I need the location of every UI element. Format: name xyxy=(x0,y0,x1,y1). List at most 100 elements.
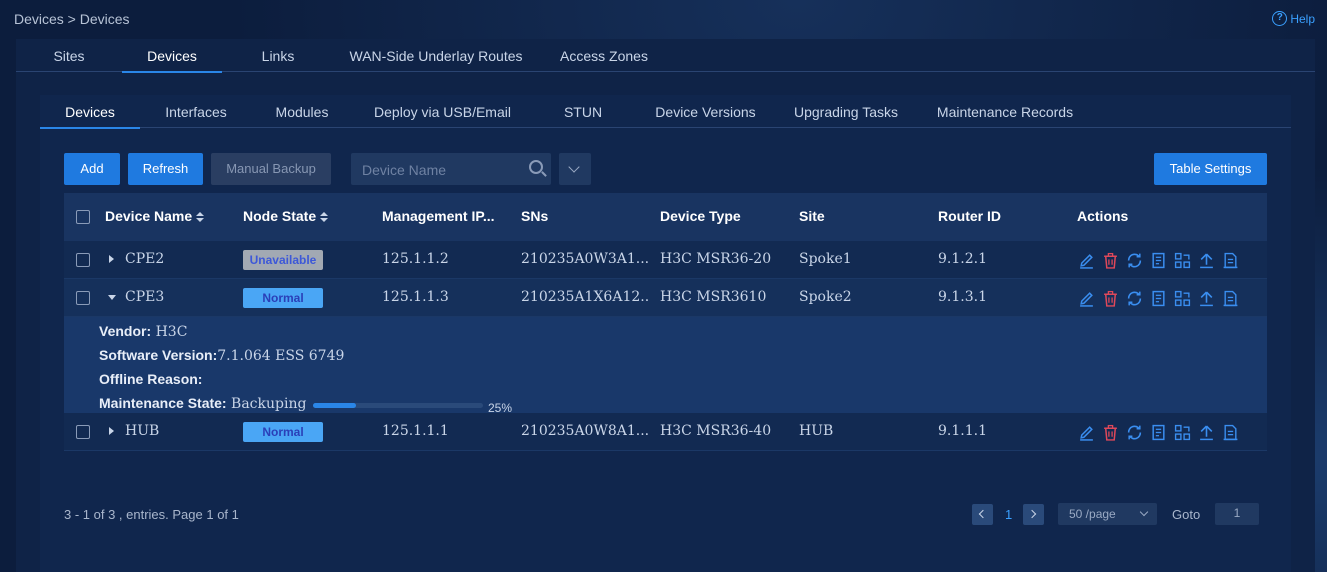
devices-table: Device Name Node State Management IP... … xyxy=(64,193,1267,451)
topology-icon[interactable] xyxy=(1174,252,1191,269)
edit-icon[interactable] xyxy=(1078,252,1095,269)
chevron-left-icon xyxy=(978,509,988,519)
breadcrumb: Devices > Devices xyxy=(14,11,130,27)
device-detail-panel: Vendor: H3C Software Version:7.1.064 ESS… xyxy=(64,317,1267,415)
goto-label: Goto xyxy=(1172,507,1201,522)
search-icon[interactable] xyxy=(529,160,543,174)
cell-device-type: H3C MSR36-20 xyxy=(660,251,772,267)
pagination-info: 3 - 1 of 3 , entries. Page 1 of 1 xyxy=(64,507,239,522)
col-router-id: Router ID xyxy=(938,208,1001,224)
chevron-down-icon xyxy=(1139,507,1149,517)
col-sns: SNs xyxy=(521,208,549,224)
tab-access-zones[interactable]: Access Zones xyxy=(538,39,670,72)
refresh-button[interactable]: Refresh xyxy=(128,153,203,185)
maintenance-progress-bar xyxy=(313,403,483,408)
software-value: 7.1.064 ESS 6749 xyxy=(217,348,345,364)
upgrade-icon[interactable] xyxy=(1198,424,1215,441)
row-checkbox[interactable] xyxy=(76,425,90,439)
col-device-name[interactable]: Device Name xyxy=(105,208,205,224)
row-actions xyxy=(1078,252,1239,269)
tab-devices[interactable]: Devices xyxy=(122,39,222,73)
delete-icon[interactable] xyxy=(1102,424,1119,441)
topology-icon[interactable] xyxy=(1174,290,1191,307)
row-checkbox[interactable] xyxy=(76,253,90,267)
expand-icon[interactable] xyxy=(109,255,114,263)
cell-ip: 125.1.1.3 xyxy=(382,289,449,305)
subtab-interfaces[interactable]: Interfaces xyxy=(140,95,252,128)
cell-device-name[interactable]: HUB xyxy=(125,423,159,439)
cell-device-name[interactable]: CPE3 xyxy=(125,289,164,305)
cell-sn: 210235A1X6A12... xyxy=(521,289,649,305)
topology-icon[interactable] xyxy=(1174,424,1191,441)
upgrade-icon[interactable] xyxy=(1198,252,1215,269)
tab-wan-underlay-routes[interactable]: WAN-Side Underlay Routes xyxy=(334,39,538,72)
col-site: Site xyxy=(799,208,825,224)
table-row[interactable]: CPE3 Normal 125.1.1.3 210235A1X6A12... H… xyxy=(64,279,1267,317)
cell-ip: 125.1.1.1 xyxy=(382,423,449,439)
col-node-state[interactable]: Node State xyxy=(243,208,329,224)
sync-icon[interactable] xyxy=(1126,424,1143,441)
table-row[interactable]: HUB Normal 125.1.1.1 210235A0W8A1... H3C… xyxy=(64,413,1267,451)
cell-sn: 210235A0W3A1... xyxy=(521,251,649,267)
subtab-stun[interactable]: STUN xyxy=(533,95,633,128)
sort-icon[interactable] xyxy=(196,212,205,223)
edit-icon[interactable] xyxy=(1078,424,1095,441)
search-input[interactable]: Device Name xyxy=(351,153,551,185)
config-icon[interactable] xyxy=(1150,290,1167,307)
upgrade-icon[interactable] xyxy=(1198,290,1215,307)
maint-value: Backuping xyxy=(226,396,307,412)
config-icon[interactable] xyxy=(1150,252,1167,269)
cell-ip: 125.1.1.2 xyxy=(382,251,449,267)
row-actions xyxy=(1078,424,1239,441)
delete-icon[interactable] xyxy=(1102,252,1119,269)
sort-icon[interactable] xyxy=(320,212,329,223)
subtab-devices[interactable]: Devices xyxy=(40,95,140,129)
select-all-checkbox[interactable] xyxy=(76,210,90,224)
manual-backup-button[interactable]: Manual Backup xyxy=(211,153,331,185)
subtab-deploy-usb-email[interactable]: Deploy via USB/Email xyxy=(352,95,533,128)
subtab-modules[interactable]: Modules xyxy=(252,95,352,128)
page-number[interactable]: 1 xyxy=(1005,507,1012,522)
subtab-maintenance-records[interactable]: Maintenance Records xyxy=(914,95,1096,128)
log-icon[interactable] xyxy=(1222,290,1239,307)
help-link[interactable]: ? Help xyxy=(1272,11,1315,26)
chevron-right-icon xyxy=(1027,509,1037,519)
log-icon[interactable] xyxy=(1222,252,1239,269)
page-size-select[interactable]: 50 /page xyxy=(1058,503,1157,525)
subtab-device-versions[interactable]: Device Versions xyxy=(633,95,778,128)
detail-offline-reason: Offline Reason: xyxy=(99,369,1267,393)
log-icon[interactable] xyxy=(1222,424,1239,441)
col-management-ip: Management IP... xyxy=(382,208,495,224)
cell-router-id: 9.1.1.1 xyxy=(938,423,987,439)
table-settings-button[interactable]: Table Settings xyxy=(1154,153,1267,185)
col-device-name-label: Device Name xyxy=(105,208,193,224)
expand-icon[interactable] xyxy=(109,427,114,435)
collapse-icon[interactable] xyxy=(108,295,116,300)
edit-icon[interactable] xyxy=(1078,290,1095,307)
cell-device-name[interactable]: CPE2 xyxy=(125,251,164,267)
row-checkbox[interactable] xyxy=(76,291,90,305)
subtab-upgrading-tasks[interactable]: Upgrading Tasks xyxy=(778,95,914,128)
cell-device-type: H3C MSR3610 xyxy=(660,289,767,305)
main-panel: Sites Devices Links WAN-Side Underlay Ro… xyxy=(16,39,1315,572)
goto-input[interactable]: 1 xyxy=(1215,503,1259,525)
tab-links[interactable]: Links xyxy=(222,39,334,72)
table-row[interactable]: CPE2 Unavailable 125.1.1.2 210235A0W3A1.… xyxy=(64,241,1267,279)
add-button[interactable]: Add xyxy=(64,153,120,185)
prev-page-button[interactable] xyxy=(972,504,993,525)
maint-label: Maintenance State: xyxy=(99,395,227,411)
tab-sites[interactable]: Sites xyxy=(16,39,122,72)
sync-icon[interactable] xyxy=(1126,252,1143,269)
cell-site: Spoke2 xyxy=(799,289,852,305)
delete-icon[interactable] xyxy=(1102,290,1119,307)
config-icon[interactable] xyxy=(1150,424,1167,441)
offline-label: Offline Reason: xyxy=(99,371,203,387)
detail-vendor: Vendor: H3C xyxy=(99,321,1267,345)
next-page-button[interactable] xyxy=(1023,504,1044,525)
sync-icon[interactable] xyxy=(1126,290,1143,307)
devices-content: Devices Interfaces Modules Deploy via US… xyxy=(40,95,1291,572)
filter-dropdown[interactable] xyxy=(559,153,591,185)
vendor-label: Vendor: xyxy=(99,323,152,339)
col-actions: Actions xyxy=(1077,208,1129,224)
top-tabs: Sites Devices Links WAN-Side Underlay Ro… xyxy=(16,39,1315,73)
